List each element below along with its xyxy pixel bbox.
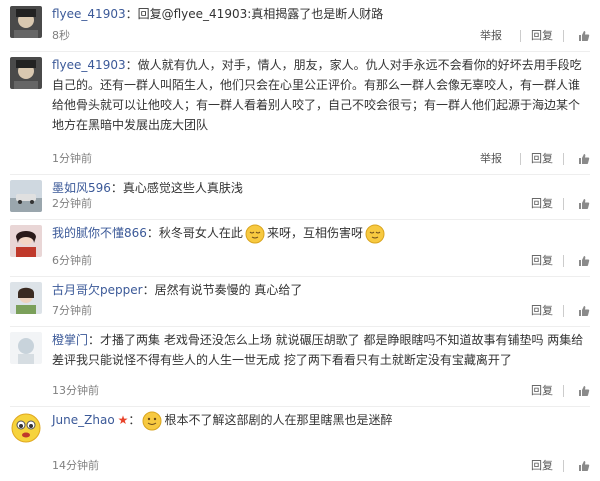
comment-username[interactable]: flyee_41903 — [52, 58, 126, 72]
reply-link[interactable]: 回复 — [531, 150, 553, 168]
comment-username[interactable]: 古月哥欠pepper — [52, 283, 143, 297]
reply-link[interactable]: 回复 — [531, 457, 553, 475]
comment-text: 居然有说节奏慢的 真心给了 — [154, 283, 303, 297]
thumbs-up-icon[interactable] — [578, 385, 590, 397]
comment-time: 8秒 — [52, 29, 70, 42]
divider — [563, 30, 564, 42]
thumbs-up-icon[interactable] — [578, 460, 590, 472]
comment-item: flyee_41903：做人就有仇人，对手，情人，朋友，家人。仇人对手永远不会看… — [0, 51, 600, 174]
comment-username[interactable]: 我的腻你不懂866 — [52, 226, 147, 240]
comment-time: 14分钟前 — [52, 459, 99, 472]
avatar[interactable] — [10, 180, 42, 212]
reply-link[interactable]: 回复 — [531, 27, 553, 45]
avatar[interactable] — [10, 332, 42, 364]
divider — [563, 460, 564, 472]
comment-item: 我的腻你不懂866：秋冬哥女人在此 来呀，互相伤害呀 6分钟前 回复 — [0, 219, 600, 276]
comment-time: 6分钟前 — [52, 254, 92, 267]
smile-emoji-icon — [142, 411, 162, 430]
divider — [520, 30, 521, 42]
thumbs-up-icon[interactable] — [578, 198, 590, 210]
thumbs-up-icon[interactable] — [578, 255, 590, 267]
thumbs-up-icon[interactable] — [578, 305, 590, 317]
comment-item: 橙掌门：才播了两集 老戏骨还没怎么上场 就说碾压胡歌了 都是睁眼瞎吗不知道故事有… — [0, 326, 600, 406]
comment-text: 才播了两集 老戏骨还没怎么上场 就说碾压胡歌了 都是睁眼瞎吗不知道故事有铺垫吗 … — [52, 333, 584, 367]
divider — [563, 305, 564, 317]
divider — [563, 153, 564, 165]
star-badge-icon: ★ — [117, 413, 129, 427]
comment-item: 古月哥欠pepper：居然有说节奏慢的 真心给了 7分钟前 回复 — [0, 276, 600, 326]
report-link[interactable]: 举报 — [480, 27, 502, 45]
comment-time: 7分钟前 — [52, 304, 92, 317]
avatar[interactable] — [10, 225, 42, 257]
comment-item: flyee_41903：回复@flyee_41903:真相揭露了也是断人财路 8… — [0, 0, 600, 51]
avatar[interactable] — [10, 412, 42, 444]
divider — [563, 385, 564, 397]
comment-text: 根本不了解这部剧的人在那里瞎黑也是迷醉 — [164, 413, 393, 427]
reply-link[interactable]: 回复 — [531, 302, 553, 320]
comment-time: 2分钟前 — [52, 197, 92, 210]
avatar[interactable] — [10, 6, 42, 38]
comment-item: 墨如风596：真心感觉这些人真肤浅 2分钟前 回复 — [0, 174, 600, 219]
divider — [520, 153, 521, 165]
relieved-emoji-icon — [245, 224, 265, 243]
divider — [563, 198, 564, 210]
comment-time: 13分钟前 — [52, 384, 99, 397]
comment-text: 来呀，互相伤害呀 — [266, 226, 363, 240]
comment-username[interactable]: flyee_41903 — [52, 7, 126, 21]
reply-link[interactable]: 回复 — [531, 195, 553, 213]
reply-link[interactable]: 回复 — [531, 252, 553, 270]
comment-username[interactable]: 橙掌门 — [52, 333, 88, 347]
divider — [563, 255, 564, 267]
comment-text: 真心感觉这些人真肤浅 — [122, 181, 243, 195]
comment-item: June_Zhao ★： 根本不了解这部剧的人在那里瞎黑也是迷醉 14分钟前 回复 — [0, 406, 600, 481]
relieved-emoji-icon — [365, 224, 385, 243]
comment-time: 1分钟前 — [52, 152, 92, 165]
report-link[interactable]: 举报 — [480, 150, 502, 168]
comment-text: 秋冬哥女人在此 — [158, 226, 243, 240]
comment-username[interactable]: 墨如风596 — [52, 181, 111, 195]
thumbs-up-icon[interactable] — [578, 30, 590, 42]
comment-list: flyee_41903：回复@flyee_41903:真相揭露了也是断人财路 8… — [0, 0, 600, 481]
thumbs-up-icon[interactable] — [578, 153, 590, 165]
comment-username[interactable]: June_Zhao — [52, 413, 115, 427]
reply-link[interactable]: 回复 — [531, 382, 553, 400]
avatar[interactable] — [10, 282, 42, 314]
comment-text: 回复@flyee_41903:真相揭露了也是断人财路 — [137, 7, 384, 21]
avatar[interactable] — [10, 57, 42, 89]
